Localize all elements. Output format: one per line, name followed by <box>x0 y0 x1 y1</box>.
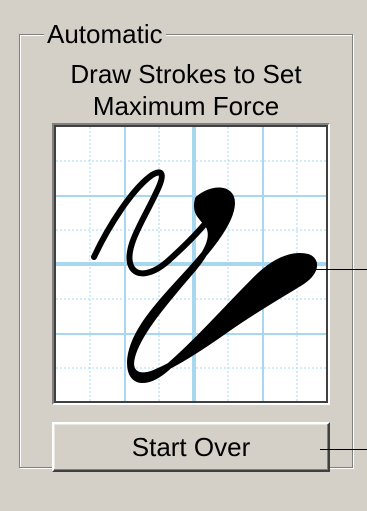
button-callout-line <box>320 449 367 450</box>
thick-stroke <box>127 187 318 383</box>
drawing-canvas[interactable] <box>56 127 326 401</box>
instruction-line-1: Draw Strokes to Set <box>70 59 302 89</box>
groupbox-title: Automatic <box>44 18 166 50</box>
instruction-line-2: Maximum Force <box>92 91 280 121</box>
canvas-callout-line <box>312 269 367 270</box>
grid-and-strokes <box>56 127 326 401</box>
drawing-canvas-frame <box>52 123 330 405</box>
start-over-button[interactable]: Start Over <box>52 422 330 472</box>
